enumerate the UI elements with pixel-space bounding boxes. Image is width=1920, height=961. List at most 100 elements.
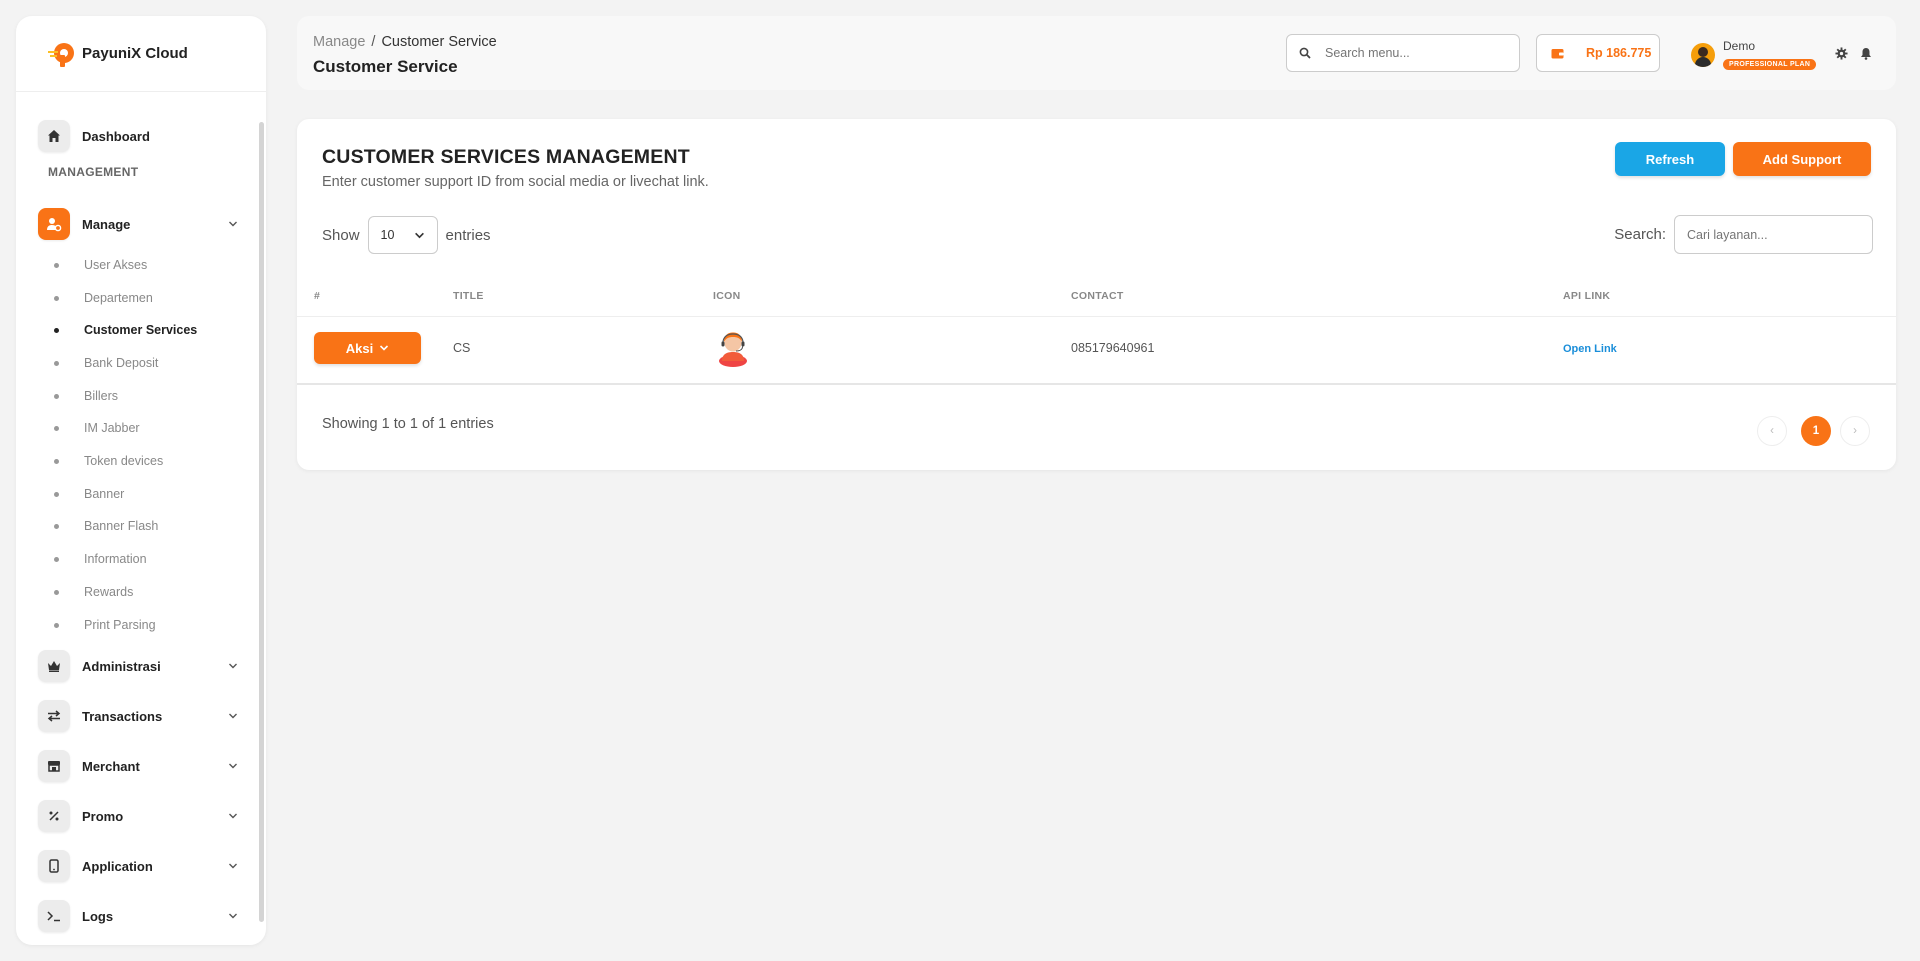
avatar[interactable] [1691, 43, 1715, 67]
terminal-icon [38, 900, 70, 932]
search-label: Search: [1614, 226, 1666, 243]
sidebar-subitem-departemen[interactable]: Departemen [54, 288, 153, 308]
plan-badge: PROFESSIONAL PLAN [1723, 59, 1817, 70]
chevron-down-icon [229, 221, 237, 227]
store-icon [38, 750, 70, 782]
chevron-down-icon [229, 663, 237, 669]
chevron-down-icon [229, 713, 237, 719]
sidebar-subitem-token-devices[interactable]: Token devices [54, 451, 163, 471]
brand[interactable]: PayuniX Cloud [16, 16, 266, 92]
sidebar-item-promo[interactable]: Promo [38, 798, 238, 834]
sidebar-item-label: Dashboard [82, 128, 150, 144]
sidebar-item-label: Merchant [82, 758, 140, 774]
crown-icon [38, 650, 70, 682]
sidebar-item-application[interactable]: Application [38, 848, 238, 884]
bell-icon[interactable] [1859, 46, 1873, 60]
sidebar-item-label: Application [82, 858, 153, 874]
chevron-down-icon [229, 913, 237, 919]
balance-value: Rp 186.775 [1586, 46, 1652, 60]
sidebar-item-dashboard[interactable]: Dashboard [38, 118, 238, 154]
chevron-down-icon [380, 345, 389, 351]
chevron-down-icon [414, 232, 424, 238]
home-icon [38, 120, 70, 152]
chevron-down-icon [229, 763, 237, 769]
section-title-management: MANAGEMENT [48, 165, 139, 179]
sidebar-subitem-im-jabber[interactable]: IM Jabber [54, 418, 140, 438]
breadcrumb-current: Customer Service [381, 34, 497, 50]
sidebar: PayuniX Cloud Dashboard MANAGEMENT Manag… [16, 16, 266, 945]
pagination-page-1[interactable]: 1 [1801, 416, 1831, 446]
sidebar-item-manage[interactable]: Manage [38, 206, 238, 242]
sidebar-subitem-user-akses[interactable]: User Akses [54, 255, 147, 275]
entries-label: entries [445, 226, 491, 244]
sidebar-item-transactions[interactable]: Transactions [38, 698, 238, 734]
menu-search[interactable] [1286, 34, 1520, 72]
open-link[interactable]: Open Link [1563, 343, 1617, 355]
entries-select[interactable]: 10 [367, 216, 438, 254]
customer-support-agent-icon [719, 332, 747, 367]
chevron-down-icon [229, 863, 237, 869]
table-search: Search: [1614, 215, 1873, 254]
chevron-down-icon [229, 813, 237, 819]
show-label: Show [322, 226, 360, 244]
balance-widget[interactable]: Rp 186.775 [1536, 34, 1660, 72]
sidebar-subitem-billers[interactable]: Billers [54, 386, 118, 406]
column-header-icon[interactable]: ICON [713, 290, 740, 302]
sidebar-item-label: Logs [82, 908, 114, 924]
card-subtitle: Enter customer support ID from social me… [322, 174, 709, 190]
search-icon [1299, 47, 1311, 59]
breadcrumb: Manage / Customer Service [313, 34, 497, 50]
table-search-input[interactable] [1674, 215, 1873, 254]
sidebar-subitem-print-parsing[interactable]: Print Parsing [54, 615, 156, 635]
column-header-number[interactable]: # [314, 290, 320, 302]
gear-icon[interactable] [1834, 46, 1848, 60]
breadcrumb-parent[interactable]: Manage [313, 34, 365, 50]
table-footer-divider [297, 383, 1896, 385]
sidebar-subitem-customer-services[interactable]: Customer Services [54, 320, 197, 340]
sidebar-scrollbar[interactable] [259, 122, 264, 922]
sidebar-item-label: Promo [82, 808, 124, 824]
user-name: Demo [1723, 39, 1756, 53]
row-contact: 085179640961 [1071, 341, 1155, 355]
sidebar-item-administrasi[interactable]: Administrasi [38, 648, 238, 684]
customer-services-card: CUSTOMER SERVICES MANAGEMENT Enter custo… [297, 119, 1896, 470]
sidebar-item-label: Administrasi [82, 658, 161, 674]
wallet-icon [1551, 48, 1564, 58]
sidebar-item-label: Transactions [82, 708, 163, 724]
column-header-api-link[interactable]: API LINK [1563, 290, 1610, 302]
sidebar-subitem-information[interactable]: Information [54, 549, 147, 569]
row-action-button[interactable]: Aksi [314, 332, 421, 364]
page-title: Customer Service [313, 57, 458, 76]
sidebar-item-label: Manage [82, 216, 131, 232]
sidebar-subitem-rewards[interactable]: Rewards [54, 582, 133, 602]
brand-name: PayuniX Cloud [82, 45, 188, 62]
entries-length-control: Show 10 entries [322, 216, 491, 254]
row-action-label: Aksi [345, 340, 374, 356]
pagination-next[interactable]: › [1840, 416, 1870, 446]
row-title: CS [453, 341, 471, 355]
sidebar-subitem-bank-deposit[interactable]: Bank Deposit [54, 353, 158, 373]
table-divider [297, 316, 1896, 317]
sidebar-subitem-banner-flash[interactable]: Banner Flash [54, 516, 158, 536]
add-support-button[interactable]: Add Support [1733, 142, 1871, 176]
column-header-title[interactable]: TITLE [453, 290, 484, 302]
user-gear-icon [38, 208, 70, 240]
top-header: Manage / Customer Service Customer Service… [297, 16, 1896, 90]
card-title: CUSTOMER SERVICES MANAGEMENT [322, 146, 690, 168]
percent-icon [38, 800, 70, 832]
refresh-button[interactable]: Refresh [1615, 142, 1725, 176]
menu-search-input[interactable] [1325, 46, 1495, 60]
sidebar-item-merchant[interactable]: Merchant [38, 748, 238, 784]
brand-logo-icon [48, 41, 78, 67]
mobile-icon [38, 850, 70, 882]
entries-value: 10 [380, 228, 395, 242]
sidebar-subitem-banner[interactable]: Banner [54, 484, 124, 504]
table-info: Showing 1 to 1 of 1 entries [322, 416, 494, 432]
breadcrumb-separator: / [371, 34, 376, 50]
column-header-contact[interactable]: CONTACT [1071, 290, 1124, 302]
sidebar-item-logs[interactable]: Logs [38, 898, 238, 934]
user-menu[interactable]: Demo PROFESSIONAL PLAN [1691, 39, 1817, 71]
user-info: Demo PROFESSIONAL PLAN [1723, 39, 1817, 71]
arrows-exchange-icon [38, 700, 70, 732]
pagination-prev[interactable]: ‹ [1757, 416, 1787, 446]
